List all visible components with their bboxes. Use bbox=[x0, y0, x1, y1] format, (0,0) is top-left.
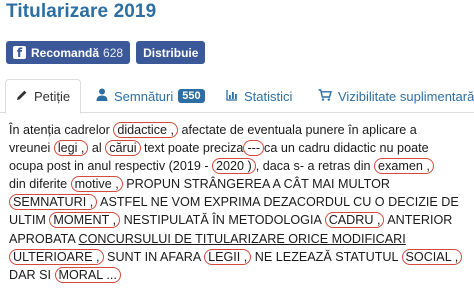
tab-extra-visibility[interactable]: Vizibilitate suplimentară bbox=[318, 79, 474, 113]
petition-tabs: Petiție Semnături 550 Statistici Vizibil… bbox=[0, 79, 474, 114]
text: din diferite bbox=[9, 177, 71, 192]
petition-line: din diferite motive , PROPUN STRÂNGEREA … bbox=[9, 175, 471, 193]
tab-petition[interactable]: Petiție bbox=[5, 79, 82, 114]
tab-statistics-label: Statistici bbox=[244, 88, 293, 104]
highlight: MOMENT , bbox=[49, 212, 121, 229]
pencil-icon bbox=[16, 89, 28, 104]
petition-line: APROBATA CONCURSULUI DE TITULARIZARE ORI… bbox=[9, 230, 471, 248]
petition-line: DAR SI MORAL ... bbox=[9, 266, 471, 284]
petition-line: SEMNATURI , ASTFEL NE VOM EXPRIMA DEZACO… bbox=[9, 193, 471, 211]
cart-icon bbox=[318, 88, 332, 104]
text: SUNT IN AFARA bbox=[103, 249, 205, 264]
text: ocupa post in anul respectiv (2019 - bbox=[9, 159, 213, 174]
highlight: CADRU , bbox=[324, 212, 385, 229]
highlight: MORAL ... bbox=[54, 266, 121, 283]
tab-statistics[interactable]: Statistici bbox=[226, 79, 292, 113]
highlight: cărui bbox=[105, 140, 141, 157]
highlight: SEMNATURI , bbox=[9, 194, 98, 211]
text: , daca s- a retras din bbox=[255, 159, 375, 174]
text: PROPUN STRÂNGEREA A CÂT MAI MULTOR bbox=[122, 177, 391, 192]
highlight: LEGII , bbox=[204, 248, 252, 265]
page-title: Titularizare 2019 bbox=[6, 1, 157, 22]
tab-signatures[interactable]: Semnături 550 bbox=[96, 79, 205, 113]
petition-line: ULTERIOARE , SUNT IN AFARA LEGII , NE LE… bbox=[9, 248, 471, 266]
text: ca un cadru didactic nu poate bbox=[264, 141, 429, 156]
highlight: motive , bbox=[70, 176, 123, 193]
text: ANTERIOR bbox=[384, 213, 453, 228]
text: NE LEZEAZĂ STATUTUL bbox=[251, 249, 402, 264]
petition-line: ocupa post in anul respectiv (2019 - 202… bbox=[9, 157, 471, 175]
signatures-count-badge: 550 bbox=[178, 89, 205, 103]
petition-text: În atenția cadrelor didactice , afectate… bbox=[9, 121, 471, 284]
highlight: --- bbox=[243, 140, 265, 157]
share-actions: f Recomandă 628 Distribuie bbox=[6, 41, 206, 64]
underlined-text: CONCURSULUI DE TITULARIZARE ORICE MODIFI… bbox=[78, 231, 406, 246]
highlight: didactice , bbox=[113, 122, 179, 138]
bar-chart-icon bbox=[226, 89, 238, 104]
text: NESTIPULATĂ ÎN METODOLOGIA bbox=[120, 213, 325, 228]
petition-line: vreunei legi , al cărui text poate preci… bbox=[9, 139, 471, 157]
highlight: examen , bbox=[374, 158, 434, 175]
petition-line: În atenția cadrelor didactice , afectate… bbox=[9, 121, 471, 139]
petition-line: ULTIM MOMENT , NESTIPULATĂ ÎN METODOLOGI… bbox=[9, 211, 471, 229]
tab-extra-visibility-label: Vizibilitate suplimentară bbox=[338, 88, 474, 104]
text: DAR SI bbox=[9, 267, 55, 282]
facebook-icon: f bbox=[13, 46, 26, 59]
highlight: SOCIAL , bbox=[401, 248, 463, 265]
tab-signatures-label: Semnături bbox=[114, 88, 174, 104]
recommend-count: 628 bbox=[103, 45, 124, 60]
highlight: ULTERIOARE , bbox=[9, 248, 104, 265]
text: În atenția cadrelor bbox=[9, 123, 114, 137]
text: vreunei bbox=[9, 141, 54, 156]
highlight: 2020 ) bbox=[212, 158, 256, 175]
text: APROBATA bbox=[9, 231, 79, 246]
tab-petition-label: Petiție bbox=[34, 89, 71, 104]
text: ASTFEL NE VOM EXPRIMA DEZACORDUL CU O DE… bbox=[97, 195, 459, 210]
highlight: legi , bbox=[53, 140, 89, 157]
text: text poate preciza bbox=[140, 141, 244, 156]
text: afectate de eventuala punere în aplicare… bbox=[178, 123, 417, 137]
recommend-button[interactable]: f Recomandă 628 bbox=[6, 41, 131, 64]
share-button[interactable]: Distribuie bbox=[136, 41, 206, 64]
user-icon bbox=[96, 88, 108, 104]
text: al bbox=[88, 141, 106, 156]
share-label: Distribuie bbox=[143, 45, 199, 60]
recommend-label: Recomandă bbox=[31, 45, 100, 60]
text: ULTIM bbox=[9, 213, 50, 228]
